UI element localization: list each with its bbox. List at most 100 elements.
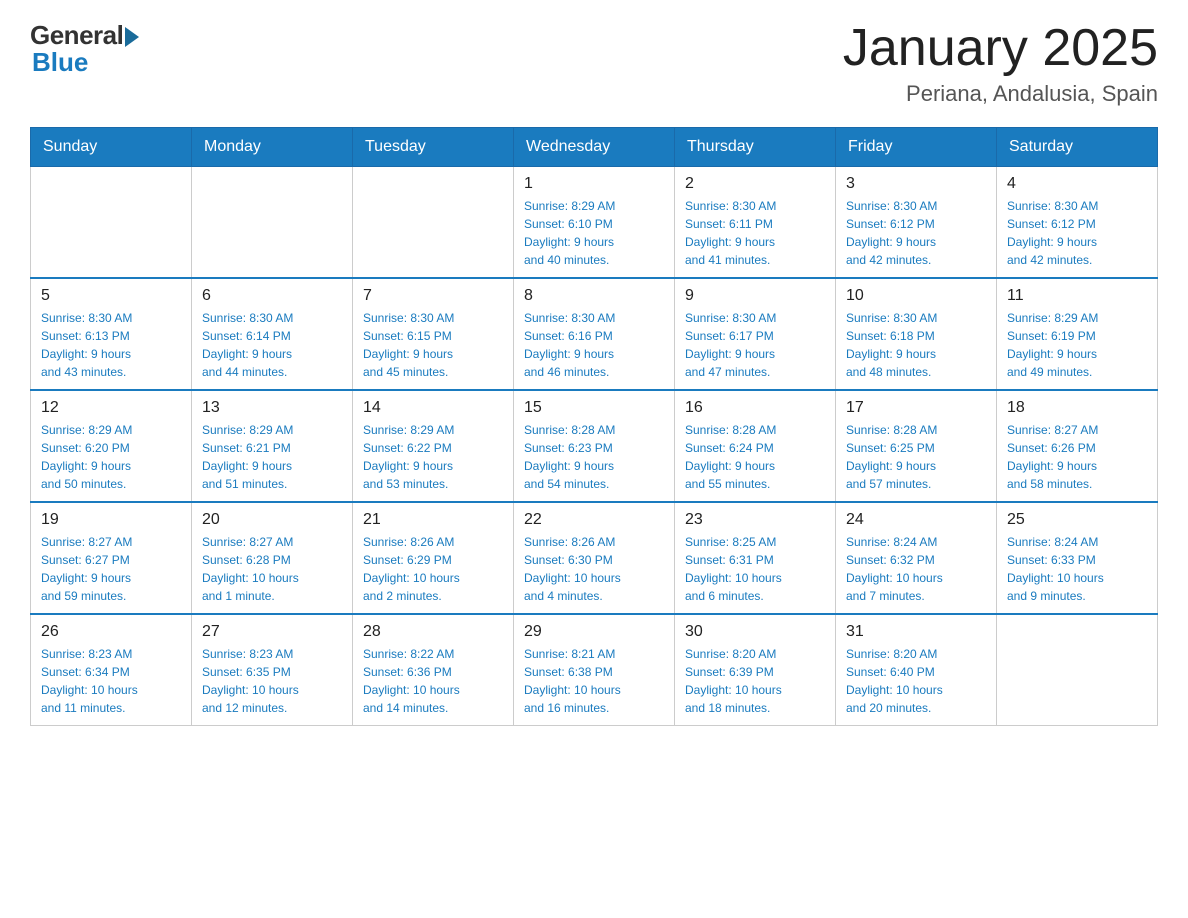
calendar-day-cell: 31Sunrise: 8:20 AM Sunset: 6:40 PM Dayli… <box>836 614 997 726</box>
day-number: 7 <box>363 287 503 305</box>
day-number: 9 <box>685 287 825 305</box>
day-number: 1 <box>524 175 664 193</box>
day-number: 30 <box>685 623 825 641</box>
day-of-week-saturday: Saturday <box>997 128 1158 167</box>
calendar-day-cell: 23Sunrise: 8:25 AM Sunset: 6:31 PM Dayli… <box>675 502 836 614</box>
day-number: 21 <box>363 511 503 529</box>
calendar-week-row: 26 Sunrise: 8:23 AM Sunset: 6:34 PM Dayli… <box>31 614 1158 726</box>
calendar-day-cell: 1 Sunrise: 8:29 AM Sunset: 6:10 PM Daylig… <box>514 167 675 279</box>
calendar-week-row: 12 Sunrise: 8:29 AM Sunset: 6:20 PM Dayli… <box>31 390 1158 502</box>
calendar-day-cell: 10Sunrise: 8:30 AM Sunset: 6:18 PM Dayli… <box>836 278 997 390</box>
day-info: Sunrise: 8:29 AM Sunset: 6:20 PM Dayligh… <box>41 421 181 493</box>
calendar-day-cell: 30 Sunrise: 8:20 AM Sunset: 6:39 PM Dayli… <box>675 614 836 726</box>
day-number: 24 <box>846 511 986 529</box>
day-info: Sunrise: 8:25 AM Sunset: 6:31 PM Dayligh… <box>685 533 825 605</box>
day-info: Sunrise: 8:20 AM Sunset: 6:40 PM Dayligh… <box>846 645 986 717</box>
calendar-day-cell: 4 Sunrise: 8:30 AM Sunset: 6:12 PM Daylig… <box>997 167 1158 279</box>
day-info: Sunrise: 8:20 AM Sunset: 6:39 PM Dayligh… <box>685 645 825 717</box>
day-of-week-thursday: Thursday <box>675 128 836 167</box>
day-info: Sunrise: 8:30 AM Sunset: 6:14 PM Dayligh… <box>202 309 342 381</box>
day-number: 8 <box>524 287 664 305</box>
day-info: Sunrise: 8:21 AM Sunset: 6:38 PM Dayligh… <box>524 645 664 717</box>
calendar-day-cell: 11 Sunrise: 8:29 AM Sunset: 6:19 PM Dayli… <box>997 278 1158 390</box>
day-info: Sunrise: 8:29 AM Sunset: 6:22 PM Dayligh… <box>363 421 503 493</box>
calendar-day-cell: 26 Sunrise: 8:23 AM Sunset: 6:34 PM Dayli… <box>31 614 192 726</box>
day-number: 5 <box>41 287 181 305</box>
calendar-day-cell: 8Sunrise: 8:30 AM Sunset: 6:16 PM Daylig… <box>514 278 675 390</box>
day-info: Sunrise: 8:30 AM Sunset: 6:18 PM Dayligh… <box>846 309 986 381</box>
calendar-day-cell: 16Sunrise: 8:28 AM Sunset: 6:24 PM Dayli… <box>675 390 836 502</box>
location-text: Periana, Andalusia, Spain <box>843 81 1158 107</box>
day-number: 28 <box>363 623 503 641</box>
day-info: Sunrise: 8:26 AM Sunset: 6:29 PM Dayligh… <box>363 533 503 605</box>
logo: General Blue <box>30 20 139 78</box>
day-number: 2 <box>685 175 825 193</box>
day-info: Sunrise: 8:27 AM Sunset: 6:26 PM Dayligh… <box>1007 421 1147 493</box>
day-number: 15 <box>524 399 664 417</box>
calendar-week-row: 5 Sunrise: 8:30 AM Sunset: 6:13 PM Daylig… <box>31 278 1158 390</box>
day-number: 22 <box>524 511 664 529</box>
calendar-day-cell: 13 Sunrise: 8:29 AM Sunset: 6:21 PM Dayli… <box>192 390 353 502</box>
day-number: 4 <box>1007 175 1147 193</box>
day-info: Sunrise: 8:27 AM Sunset: 6:27 PM Dayligh… <box>41 533 181 605</box>
calendar-day-cell: 18 Sunrise: 8:27 AM Sunset: 6:26 PM Dayli… <box>997 390 1158 502</box>
day-number: 13 <box>202 399 342 417</box>
day-number: 26 <box>41 623 181 641</box>
calendar-day-cell: 27Sunrise: 8:23 AM Sunset: 6:35 PM Dayli… <box>192 614 353 726</box>
calendar-day-cell: 20Sunrise: 8:27 AM Sunset: 6:28 PM Dayli… <box>192 502 353 614</box>
day-info: Sunrise: 8:24 AM Sunset: 6:33 PM Dayligh… <box>1007 533 1147 605</box>
calendar-header-row: SundayMondayTuesdayWednesdayThursdayFrid… <box>31 128 1158 167</box>
day-info: Sunrise: 8:30 AM Sunset: 6:12 PM Dayligh… <box>1007 197 1147 269</box>
day-info: Sunrise: 8:28 AM Sunset: 6:23 PM Dayligh… <box>524 421 664 493</box>
calendar-week-row: 1 Sunrise: 8:29 AM Sunset: 6:10 PM Daylig… <box>31 167 1158 279</box>
empty-cell <box>353 167 514 279</box>
day-number: 6 <box>202 287 342 305</box>
calendar-day-cell: 5 Sunrise: 8:30 AM Sunset: 6:13 PM Daylig… <box>31 278 192 390</box>
calendar-day-cell: 19 Sunrise: 8:27 AM Sunset: 6:27 PM Dayli… <box>31 502 192 614</box>
day-number: 19 <box>41 511 181 529</box>
day-info: Sunrise: 8:29 AM Sunset: 6:10 PM Dayligh… <box>524 197 664 269</box>
empty-cell <box>192 167 353 279</box>
calendar-day-cell: 22 Sunrise: 8:26 AM Sunset: 6:30 PM Dayli… <box>514 502 675 614</box>
day-of-week-tuesday: Tuesday <box>353 128 514 167</box>
calendar-table: SundayMondayTuesdayWednesdayThursdayFrid… <box>30 127 1158 726</box>
day-info: Sunrise: 8:29 AM Sunset: 6:21 PM Dayligh… <box>202 421 342 493</box>
day-of-week-monday: Monday <box>192 128 353 167</box>
calendar-day-cell: 6 Sunrise: 8:30 AM Sunset: 6:14 PM Daylig… <box>192 278 353 390</box>
empty-cell <box>31 167 192 279</box>
day-info: Sunrise: 8:23 AM Sunset: 6:34 PM Dayligh… <box>41 645 181 717</box>
calendar-day-cell: 2 Sunrise: 8:30 AM Sunset: 6:11 PM Daylig… <box>675 167 836 279</box>
calendar-week-row: 19 Sunrise: 8:27 AM Sunset: 6:27 PM Dayli… <box>31 502 1158 614</box>
title-block: January 2025 Periana, Andalusia, Spain <box>843 20 1158 107</box>
day-number: 11 <box>1007 287 1147 305</box>
calendar-day-cell: 21 Sunrise: 8:26 AM Sunset: 6:29 PM Dayli… <box>353 502 514 614</box>
day-number: 20 <box>202 511 342 529</box>
day-info: Sunrise: 8:29 AM Sunset: 6:19 PM Dayligh… <box>1007 309 1147 381</box>
day-of-week-friday: Friday <box>836 128 997 167</box>
day-number: 27 <box>202 623 342 641</box>
day-number: 29 <box>524 623 664 641</box>
page-header: General Blue January 2025 Periana, Andal… <box>30 20 1158 107</box>
day-info: Sunrise: 8:30 AM Sunset: 6:13 PM Dayligh… <box>41 309 181 381</box>
day-number: 18 <box>1007 399 1147 417</box>
logo-blue-text: Blue <box>30 47 88 78</box>
day-number: 17 <box>846 399 986 417</box>
day-info: Sunrise: 8:28 AM Sunset: 6:25 PM Dayligh… <box>846 421 986 493</box>
day-info: Sunrise: 8:30 AM Sunset: 6:17 PM Dayligh… <box>685 309 825 381</box>
month-title: January 2025 <box>843 20 1158 77</box>
calendar-day-cell: 24 Sunrise: 8:24 AM Sunset: 6:32 PM Dayli… <box>836 502 997 614</box>
day-info: Sunrise: 8:26 AM Sunset: 6:30 PM Dayligh… <box>524 533 664 605</box>
calendar-day-cell: 25Sunrise: 8:24 AM Sunset: 6:33 PM Dayli… <box>997 502 1158 614</box>
calendar-day-cell: 14Sunrise: 8:29 AM Sunset: 6:22 PM Dayli… <box>353 390 514 502</box>
logo-arrow-icon <box>125 27 139 47</box>
day-of-week-wednesday: Wednesday <box>514 128 675 167</box>
day-info: Sunrise: 8:30 AM Sunset: 6:11 PM Dayligh… <box>685 197 825 269</box>
day-number: 12 <box>41 399 181 417</box>
day-info: Sunrise: 8:30 AM Sunset: 6:15 PM Dayligh… <box>363 309 503 381</box>
day-info: Sunrise: 8:24 AM Sunset: 6:32 PM Dayligh… <box>846 533 986 605</box>
calendar-day-cell: 15 Sunrise: 8:28 AM Sunset: 6:23 PM Dayli… <box>514 390 675 502</box>
day-of-week-sunday: Sunday <box>31 128 192 167</box>
day-info: Sunrise: 8:22 AM Sunset: 6:36 PM Dayligh… <box>363 645 503 717</box>
calendar-day-cell: 12 Sunrise: 8:29 AM Sunset: 6:20 PM Dayli… <box>31 390 192 502</box>
calendar-day-cell: 9 Sunrise: 8:30 AM Sunset: 6:17 PM Daylig… <box>675 278 836 390</box>
